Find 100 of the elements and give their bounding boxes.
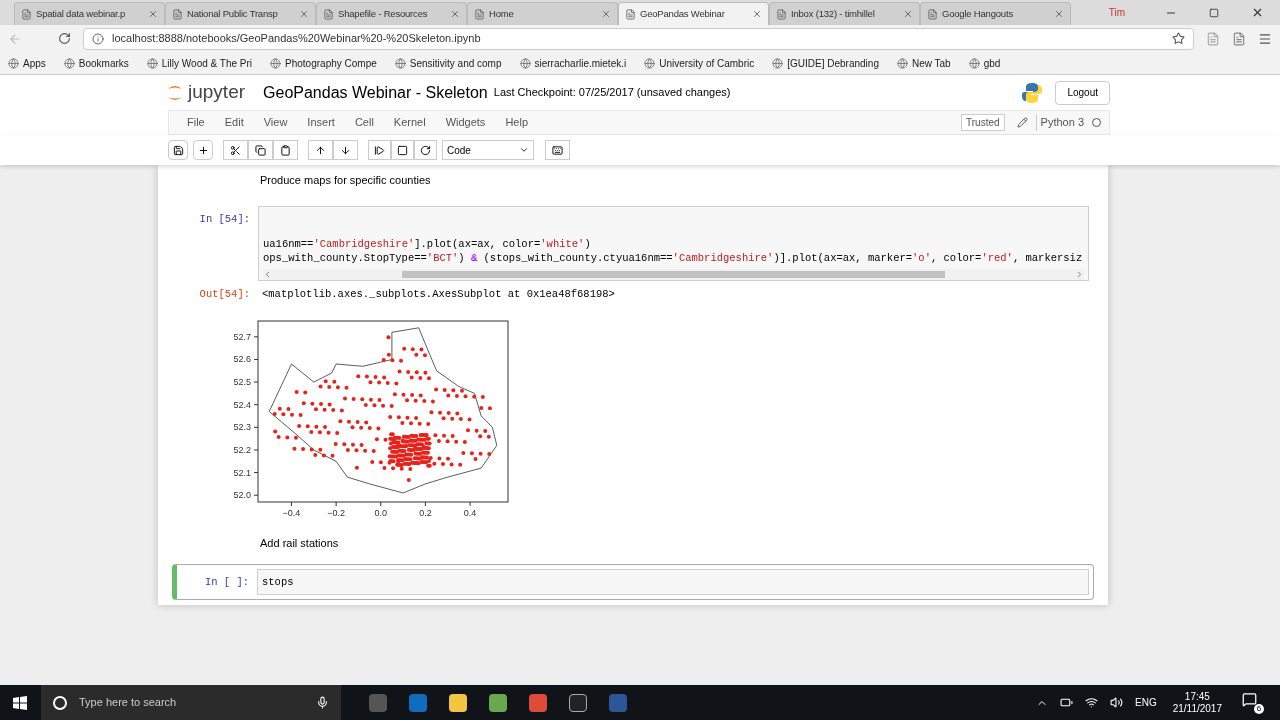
bookmark-link[interactable]: [GUIDE] Debranding bbox=[772, 55, 879, 71]
move-down-button[interactable] bbox=[333, 140, 358, 160]
bookmark-link[interactable]: Lilly Wood & The Pri bbox=[146, 55, 253, 71]
copy-button[interactable] bbox=[248, 140, 273, 160]
arrow-down-icon bbox=[340, 144, 351, 156]
menu-item[interactable]: Cell bbox=[344, 114, 384, 131]
menu-item[interactable]: Widgets bbox=[435, 114, 496, 131]
kernel-name: Python 3 bbox=[1035, 114, 1084, 131]
save-icon bbox=[172, 144, 184, 156]
browser-tab[interactable]: Home bbox=[467, 2, 618, 25]
plus-icon bbox=[197, 144, 209, 156]
bookmark-link[interactable]: gbd bbox=[968, 55, 1001, 71]
save-button[interactable] bbox=[168, 140, 188, 160]
profile-name[interactable]: Tim bbox=[1108, 5, 1125, 20]
menu-icon[interactable] bbox=[1258, 31, 1272, 46]
markdown-text: Add rail stations bbox=[260, 536, 339, 549]
menu-item[interactable]: Kernel bbox=[383, 114, 436, 131]
bookmark-icon bbox=[896, 57, 908, 69]
taskbar-app-icon[interactable] bbox=[569, 693, 587, 712]
bookmark-icon bbox=[968, 57, 980, 69]
volume-icon[interactable] bbox=[1110, 696, 1123, 709]
tab-title: Inbox (132) - timhillel bbox=[791, 6, 876, 21]
menu-item[interactable]: View bbox=[253, 114, 298, 131]
restore-icon[interactable] bbox=[1209, 7, 1219, 18]
browser-tab[interactable]: GeoPandas Webinar bbox=[618, 2, 769, 25]
bookmark-star-icon[interactable] bbox=[1172, 32, 1185, 45]
browser-tab[interactable]: Google Hangouts bbox=[920, 2, 1071, 25]
x-tick-label: 0.0 bbox=[374, 507, 388, 518]
y-tick-label: 52.4 bbox=[233, 399, 251, 410]
tab-favicon-icon bbox=[625, 8, 636, 20]
tab-favicon-icon bbox=[21, 8, 32, 20]
bookmark-link[interactable]: Sensitivity and comp bbox=[394, 55, 502, 71]
run-button[interactable] bbox=[368, 140, 391, 160]
bookmark-icon bbox=[270, 57, 282, 69]
bookmark-link[interactable]: New Tab bbox=[896, 55, 951, 71]
tab-title: Home bbox=[489, 6, 515, 21]
keyboard-button[interactable] bbox=[545, 140, 570, 160]
logout-button[interactable]: Logout bbox=[1055, 80, 1110, 105]
move-up-button[interactable] bbox=[308, 140, 333, 160]
stop-button[interactable] bbox=[391, 140, 414, 160]
microphone-icon[interactable] bbox=[316, 696, 329, 709]
language-indicator[interactable]: ENG bbox=[1135, 695, 1157, 710]
code-cell[interactable]: In [ ]: stops bbox=[172, 563, 1094, 600]
close-icon[interactable] bbox=[1251, 6, 1264, 19]
tab-title: Google Hangouts bbox=[942, 6, 1014, 21]
browser-tab[interactable]: Spatial data webinar.p bbox=[14, 2, 165, 25]
horizontal-scrollbar[interactable] bbox=[263, 269, 1084, 280]
restart-button[interactable] bbox=[414, 140, 437, 160]
bookmark-link[interactable]: Photography Compe bbox=[270, 55, 377, 71]
code-input[interactable]: stops bbox=[257, 568, 1089, 595]
browser-tab[interactable]: National Public Transp bbox=[165, 2, 316, 25]
code-input[interactable]: ua16nm=='Cambridgeshire'].plot(ax=ax, color='white') ops_with_county.StopType=='BCT') & (stops_with_county.ctyua16nm=='Cambridgeshire')].plot(ax=ax, marker='o', color='red', markersiz bbox=[258, 206, 1089, 281]
info-icon bbox=[92, 32, 104, 45]
wifi-icon[interactable] bbox=[1085, 696, 1098, 709]
bookmark-link[interactable]: Bookmarks bbox=[63, 55, 129, 71]
menu-item[interactable]: Insert bbox=[297, 114, 345, 131]
taskbar-search-field[interactable]: Type here to search bbox=[41, 685, 341, 720]
tab-title: National Public Transp bbox=[187, 6, 279, 21]
tab-favicon-icon bbox=[927, 8, 938, 20]
x-tick-label: −0.2 bbox=[327, 507, 345, 518]
taskbar-app-icon[interactable] bbox=[489, 693, 507, 712]
tab-title: Spatial data webinar.p bbox=[36, 6, 127, 21]
menu-item[interactable]: Help bbox=[495, 114, 538, 131]
y-tick-label: 52.3 bbox=[233, 422, 251, 433]
paste-button[interactable] bbox=[273, 140, 298, 160]
copy-icon bbox=[255, 144, 266, 156]
pencil-icon[interactable] bbox=[1016, 117, 1028, 128]
trusted-indicator[interactable]: Trusted bbox=[961, 114, 1005, 131]
input-prompt: In [54]: bbox=[198, 212, 251, 227]
cell-type-select[interactable]: Code bbox=[442, 140, 534, 160]
menu-item[interactable]: Edit bbox=[214, 114, 254, 131]
code-line: stops bbox=[262, 574, 294, 589]
bookmark-link[interactable]: sierracharlie.mietek.i bbox=[519, 55, 627, 71]
scroll-right-icon[interactable] bbox=[1075, 270, 1084, 279]
scroll-left-icon[interactable] bbox=[263, 270, 272, 279]
cut-button[interactable] bbox=[223, 140, 248, 160]
notebook-title[interactable]: GeoPandas Webinar - Skeleton bbox=[263, 80, 488, 105]
taskbar-app-icon[interactable] bbox=[449, 693, 467, 712]
tab-title: GeoPandas Webinar bbox=[640, 6, 726, 21]
clock[interactable]: 17:45 21/11/2017 bbox=[1172, 690, 1222, 715]
bookmark-link[interactable]: University of Cambric bbox=[644, 55, 755, 71]
menu-item[interactable]: File bbox=[177, 114, 215, 131]
jupyter-logo[interactable]: jupyter bbox=[166, 78, 246, 107]
y-tick-label: 52.0 bbox=[233, 489, 251, 500]
x-tick-label: 0.4 bbox=[463, 507, 477, 518]
address-field[interactable]: localhost:8888/notebooks/GeoPandas%20Webinar%20-%20Skeleton.ipynb bbox=[83, 27, 1194, 50]
insert-cell-button[interactable] bbox=[193, 140, 213, 160]
notification-button[interactable]: 6 bbox=[1242, 691, 1264, 714]
tab-favicon-icon bbox=[474, 8, 485, 20]
bookmark-icon bbox=[63, 57, 75, 69]
close-icon[interactable] bbox=[752, 9, 762, 19]
browser-tab[interactable]: Inbox (132) - timhillel bbox=[769, 2, 920, 25]
y-tick-label: 52.1 bbox=[233, 467, 251, 478]
battery-icon[interactable] bbox=[1060, 696, 1073, 709]
bookmark-icon bbox=[146, 57, 158, 69]
arrow-up-icon bbox=[315, 144, 326, 156]
browser-tab[interactable]: Shapefile - Resources bbox=[316, 2, 467, 25]
windows-start-icon[interactable] bbox=[13, 695, 27, 710]
bookmark-link[interactable]: Apps bbox=[8, 55, 46, 71]
reload-icon[interactable] bbox=[58, 32, 71, 45]
